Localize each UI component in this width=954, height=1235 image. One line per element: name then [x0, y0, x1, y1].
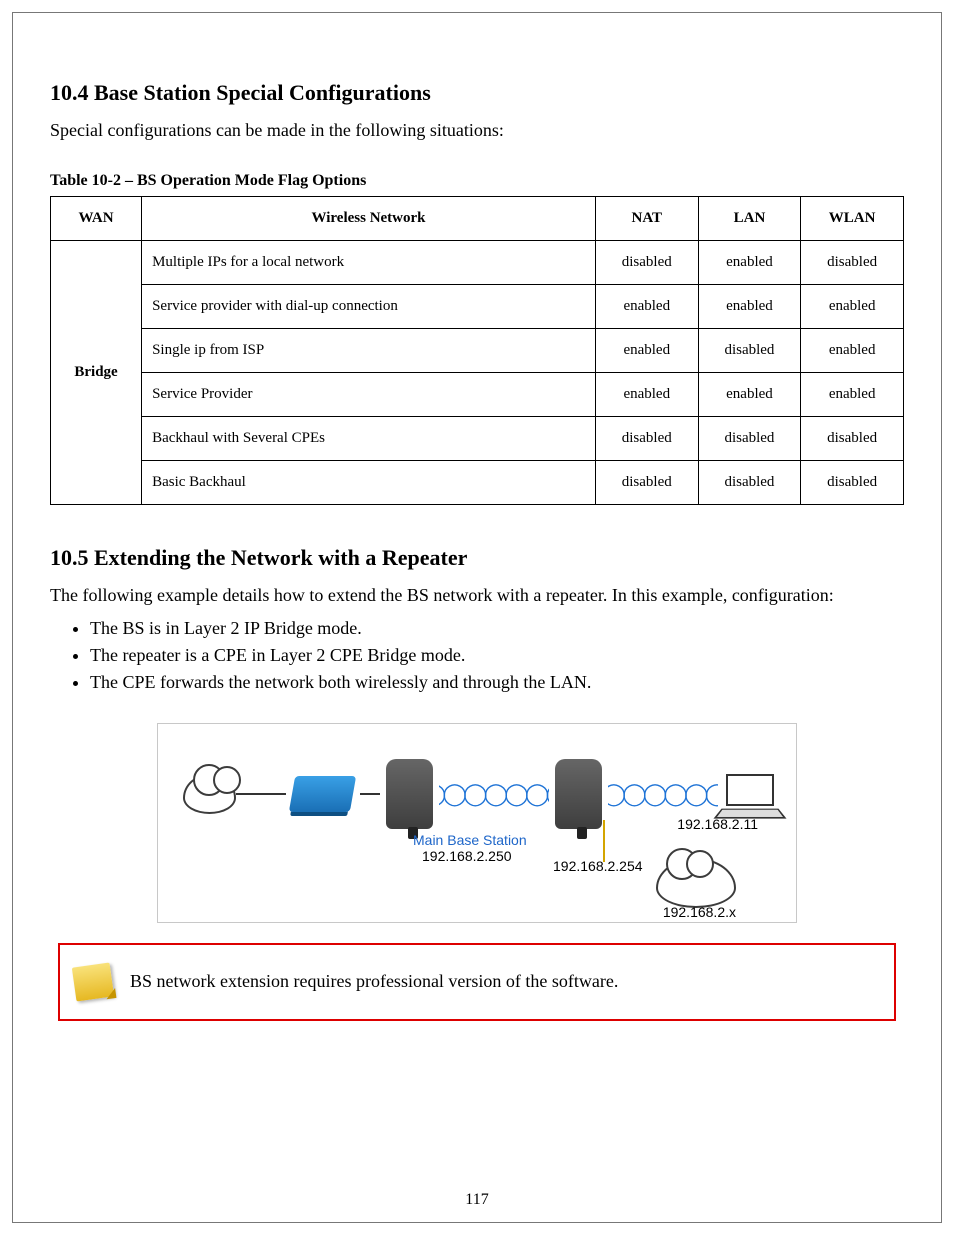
main-bs-title-label: Main Base Station: [413, 832, 527, 848]
lan-link-line: [603, 820, 605, 862]
table-caption: Table 10-2 – BS Operation Mode Flag Opti…: [50, 172, 904, 190]
wireless-link-icon: ◯◯◯◯◯◯◯◯: [608, 779, 718, 809]
table-row: Service Provider enabled enabled enabled: [51, 373, 904, 417]
cell-scenario: Backhaul with Several CPEs: [142, 417, 596, 461]
table-row: Bridge Multiple IPs for a local network …: [51, 241, 904, 285]
list-item: The repeater is a CPE in Layer 2 CPE Bri…: [90, 645, 904, 666]
switch-icon: [289, 776, 357, 812]
cell-scenario: Basic Backhaul: [142, 461, 596, 505]
list-item: The CPE forwards the network both wirele…: [90, 672, 904, 693]
page-number: 117: [0, 1191, 954, 1209]
cell-lan: enabled: [698, 241, 801, 285]
cell-wlan: disabled: [801, 417, 904, 461]
section-10-5-intro: The following example details how to ext…: [50, 583, 904, 607]
internet-cloud-icon: [183, 774, 236, 814]
repeater-ip-label: 192.168.2.254: [553, 858, 643, 874]
cell-nat: disabled: [595, 461, 698, 505]
base-station-icon: [386, 759, 433, 829]
cell-nat: enabled: [595, 329, 698, 373]
cell-wlan: disabled: [801, 461, 904, 505]
config-table: WAN Wireless Network NAT LAN WLAN Bridge…: [50, 196, 904, 505]
table-row: Backhaul with Several CPEs disabled disa…: [51, 417, 904, 461]
cell-nat: disabled: [595, 241, 698, 285]
intro-paragraph: Special configurations can be made in th…: [50, 118, 904, 142]
link-line: [360, 793, 380, 795]
client-ip-label: 192.168.2.11: [677, 816, 758, 832]
cell-lan: enabled: [698, 285, 801, 329]
main-bs-ip-label: 192.168.2.250: [422, 848, 512, 864]
cell-nat: enabled: [595, 373, 698, 417]
cell-nat: disabled: [595, 417, 698, 461]
note-box: BS network extension requires profession…: [58, 943, 896, 1021]
cell-lan: enabled: [698, 373, 801, 417]
cell-scenario: Service Provider: [142, 373, 596, 417]
lan-cloud-icon: [656, 858, 736, 908]
th-wireless: Wireless Network: [142, 197, 596, 241]
table-row: Basic Backhaul disabled disabled disable…: [51, 461, 904, 505]
note-text: BS network extension requires profession…: [130, 968, 618, 995]
section-heading-10-4: 10.4 Base Station Special Configurations: [50, 80, 904, 106]
config-bullets: The BS is in Layer 2 IP Bridge mode. The…: [90, 618, 904, 693]
th-nat: NAT: [595, 197, 698, 241]
cell-wlan: enabled: [801, 373, 904, 417]
cell-wlan: disabled: [801, 241, 904, 285]
cell-nat: enabled: [595, 285, 698, 329]
row-group-bridge: Bridge: [51, 241, 142, 505]
table-header-row: WAN Wireless Network NAT LAN WLAN: [51, 197, 904, 241]
cell-wlan: enabled: [801, 285, 904, 329]
table-row: Single ip from ISP enabled disabled enab…: [51, 329, 904, 373]
note-icon: [72, 962, 114, 1001]
cell-scenario: Service provider with dial-up connection: [142, 285, 596, 329]
wireless-link-icon: ◯◯◯◯◯◯◯◯◯: [439, 779, 549, 809]
th-wan: WAN: [51, 197, 142, 241]
list-item: The BS is in Layer 2 IP Bridge mode.: [90, 618, 904, 639]
link-line: [236, 793, 286, 795]
repeater-icon: [555, 759, 602, 829]
cell-scenario: Multiple IPs for a local network: [142, 241, 596, 285]
lan-ip-label: 192.168.2.x: [663, 904, 736, 920]
network-diagram: ◯◯◯◯◯◯◯◯◯ ◯◯◯◯◯◯◯◯ Main Base Station 192…: [157, 723, 797, 923]
cell-lan: disabled: [698, 329, 801, 373]
section-heading-10-5: 10.5 Extending the Network with a Repeat…: [50, 545, 904, 571]
cell-wlan: enabled: [801, 329, 904, 373]
cell-scenario: Single ip from ISP: [142, 329, 596, 373]
laptop-icon: [718, 774, 771, 814]
th-lan: LAN: [698, 197, 801, 241]
cell-lan: disabled: [698, 461, 801, 505]
cell-lan: disabled: [698, 417, 801, 461]
table-row: Service provider with dial-up connection…: [51, 285, 904, 329]
th-wlan: WLAN: [801, 197, 904, 241]
